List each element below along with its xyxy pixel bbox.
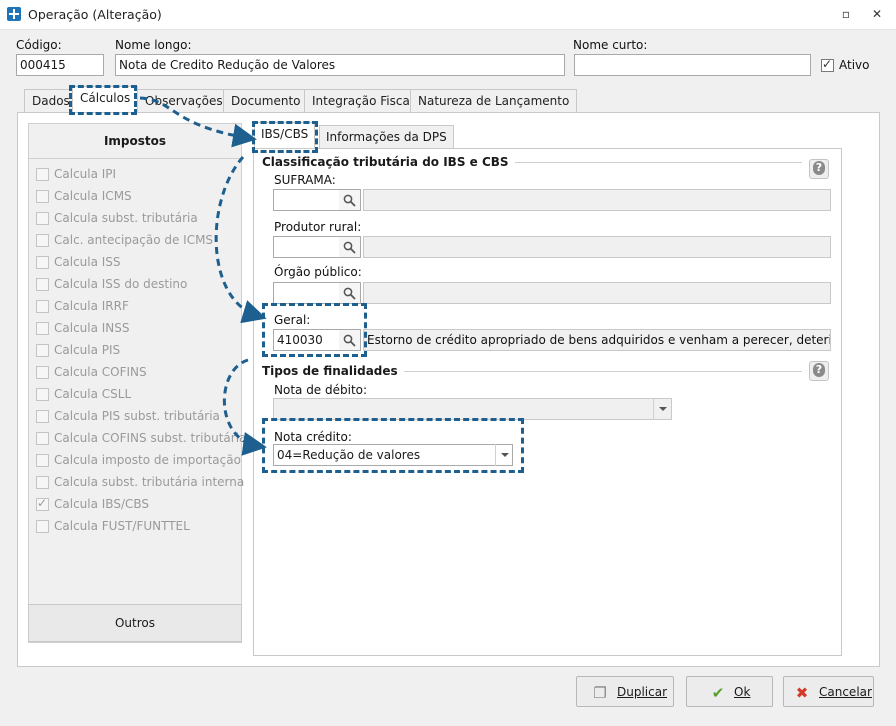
close-icon: ✖ [795,684,809,702]
check-icon: ✔ [711,684,725,702]
ok-button[interactable]: ✔ Ok [686,676,773,707]
annotation-arrows [139,96,267,456]
copy-icon: ❐ [593,684,607,702]
duplicar-button[interactable]: ❐ Duplicar [576,676,674,707]
cancelar-button[interactable]: ✖ Cancelar [783,676,874,707]
